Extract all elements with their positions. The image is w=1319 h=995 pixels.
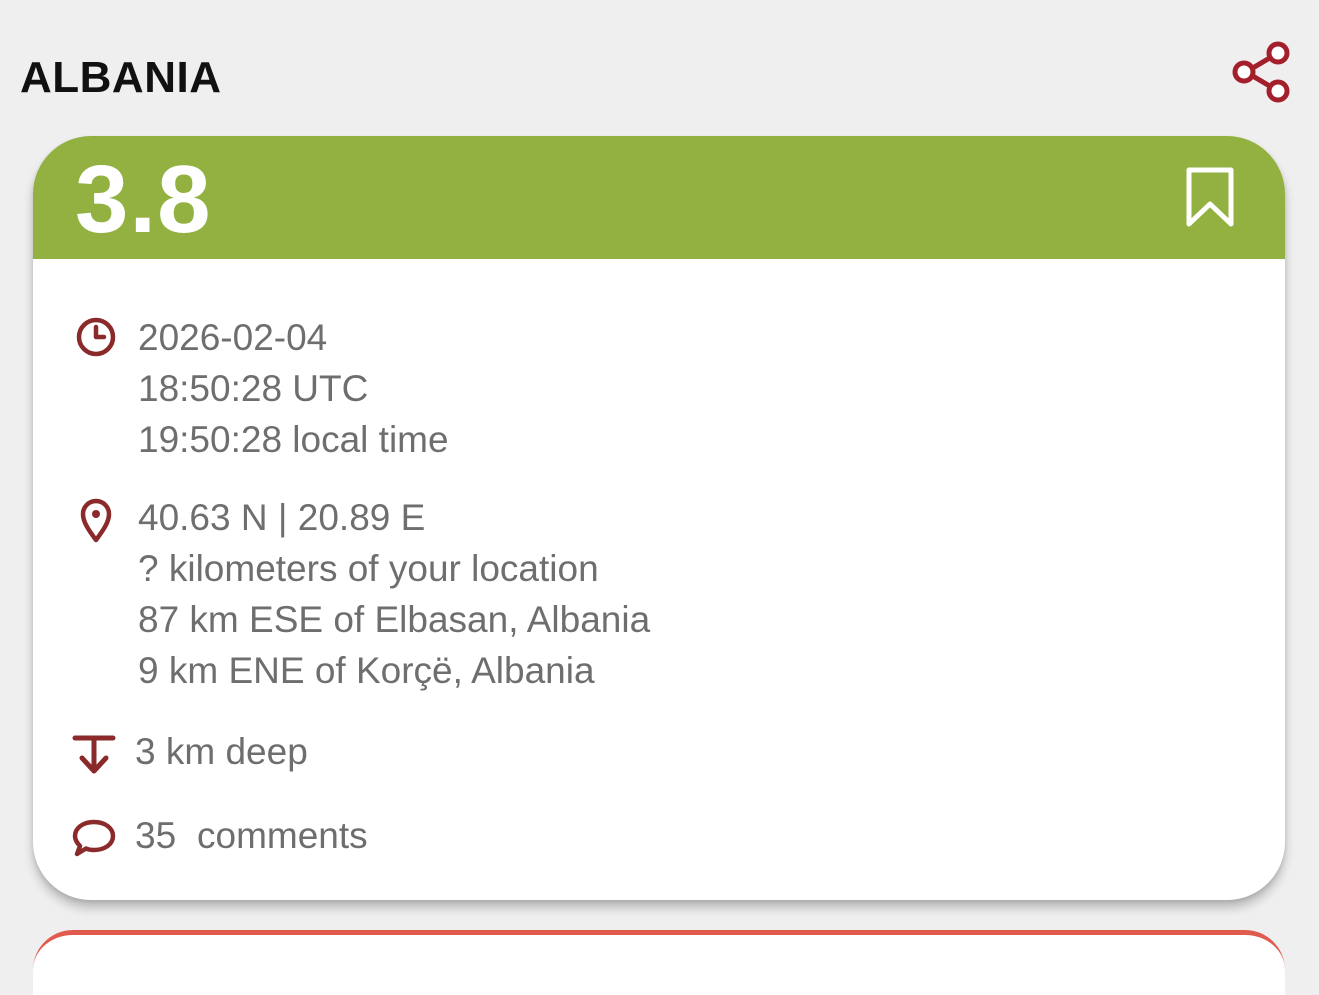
comment-count: 35 bbox=[135, 815, 177, 856]
region-title: ALBANIA bbox=[20, 53, 222, 102]
coordinates: 40.63 N | 20.89 E bbox=[138, 497, 426, 538]
comment-label: comments bbox=[197, 815, 368, 856]
event-date: 2026-02-04 bbox=[138, 317, 328, 358]
depth-value: 3 km deep bbox=[135, 731, 308, 772]
event-time-local: 19:50:28 local time bbox=[138, 419, 449, 460]
depth-arrow-icon bbox=[71, 732, 117, 778]
earthquake-card[interactable]: 3.8 2026-02-04 18:50:28 UTC 19:50:28 loc… bbox=[33, 136, 1285, 900]
nearby-place-2: 9 km ENE of Korçë, Albania bbox=[138, 650, 595, 691]
comment-bubble-icon bbox=[71, 816, 117, 862]
location-pin-icon bbox=[73, 498, 119, 544]
distance-from-user: ? kilometers of your location bbox=[138, 548, 599, 589]
magnitude-value: 3.8 bbox=[75, 146, 212, 253]
share-button[interactable] bbox=[1228, 38, 1296, 106]
bookmark-icon bbox=[1186, 167, 1234, 227]
next-earthquake-card[interactable] bbox=[33, 930, 1285, 995]
clock-icon bbox=[73, 316, 119, 362]
comments-button[interactable]: 35 comments bbox=[69, 808, 449, 864]
share-icon bbox=[1232, 41, 1290, 103]
magnitude-header: 3.8 bbox=[33, 136, 1285, 259]
event-time-utc: 18:50:28 UTC bbox=[138, 368, 369, 409]
bookmark-button[interactable] bbox=[1183, 166, 1237, 228]
nearby-place-1: 87 km ESE of Elbasan, Albania bbox=[138, 599, 651, 640]
